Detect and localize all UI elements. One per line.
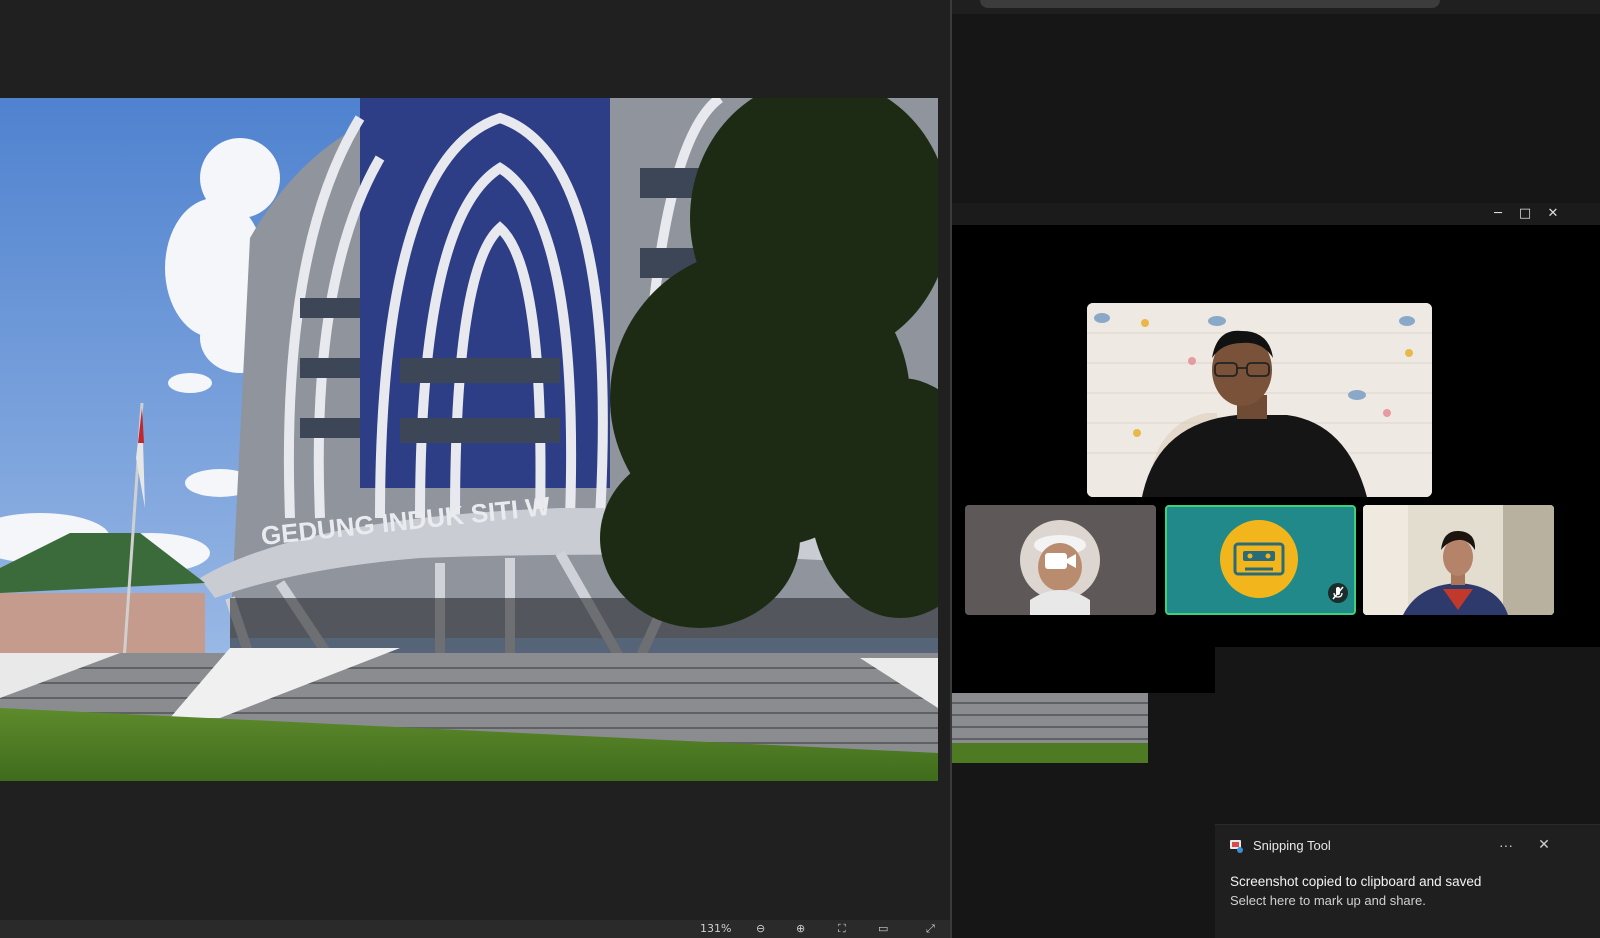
zoom-in-icon[interactable]: ⊕	[796, 922, 805, 935]
camera-off-icon	[1043, 549, 1079, 573]
photo-viewer: GEDUNG INDUK SITI W 131% ⊖ ⊕ ⛶ ▭ ⤢	[0, 0, 950, 938]
photo-peek	[952, 693, 1148, 763]
meeting-titlebar[interactable]: ─ □ ✕	[952, 203, 1600, 225]
building-photo: GEDUNG INDUK SITI W	[0, 98, 938, 781]
snipping-tool-notification[interactable]: Snipping Tool ··· ✕ Screenshot copied to…	[1215, 824, 1600, 938]
snipping-tool-icon	[1229, 838, 1245, 854]
notification-title: Screenshot copied to clipboard and saved	[1230, 874, 1482, 889]
notification-body: Select here to mark up and share.	[1230, 893, 1426, 908]
close-icon[interactable]: ✕	[1544, 205, 1562, 223]
notification-app-name: Snipping Tool	[1253, 838, 1331, 853]
zoom-out-icon[interactable]: ⊖	[756, 922, 765, 935]
actual-size-icon[interactable]: ▭	[878, 922, 888, 935]
cassette-avatar-icon	[1167, 507, 1354, 613]
close-notification-button[interactable]: ✕	[1533, 834, 1555, 856]
viewer-toolbar: 131% ⊖ ⊕ ⛶ ▭ ⤢	[0, 920, 950, 938]
speaker-video	[1087, 303, 1432, 497]
top-scrollbar-thumb[interactable]	[980, 0, 1440, 8]
meeting-window: ─ □ ✕	[952, 203, 1600, 693]
participant-tile-1[interactable]	[965, 505, 1156, 615]
participant-tile-2[interactable]	[1165, 505, 1356, 615]
notification-area	[1215, 647, 1600, 824]
maximize-icon[interactable]: □	[1516, 205, 1534, 223]
fit-to-window-icon[interactable]: ⛶	[838, 922, 846, 936]
speaker-video-tile[interactable]	[1087, 303, 1432, 497]
photo[interactable]: GEDUNG INDUK SITI W	[0, 98, 938, 781]
muted-mic-icon	[1328, 583, 1348, 603]
minimize-icon[interactable]: ─	[1489, 205, 1507, 223]
fullscreen-icon[interactable]: ⤢	[926, 922, 935, 936]
participant-tile-3[interactable]	[1363, 505, 1554, 615]
zoom-level[interactable]: 131%	[700, 922, 731, 935]
more-options-button[interactable]: ···	[1495, 834, 1517, 856]
participant-3-video	[1363, 505, 1554, 615]
